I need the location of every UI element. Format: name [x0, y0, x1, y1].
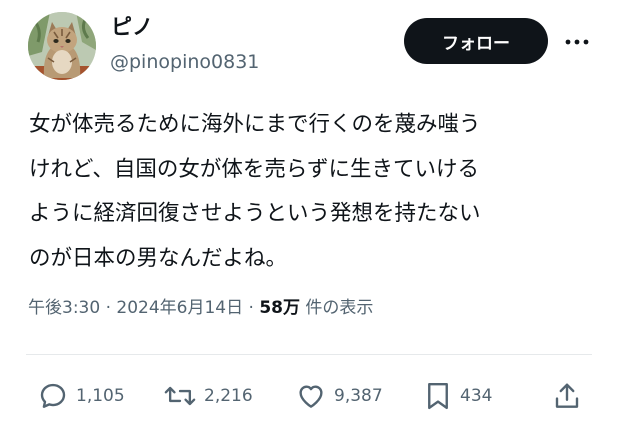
tweet-text-line: のが日本の男なんだよね。: [29, 245, 288, 271]
retweet-icon: [164, 386, 196, 406]
retweet-count: 2,216: [204, 386, 253, 406]
follow-button[interactable]: フォロー: [404, 18, 548, 64]
bookmark-icon: [428, 382, 448, 410]
user-display-name[interactable]: ピノ: [111, 14, 153, 40]
views-label: 件の表示: [305, 298, 374, 318]
reply-count: 1,105: [76, 386, 125, 406]
bookmark-count: 434: [460, 386, 493, 406]
like-button[interactable]: 9,387: [296, 380, 383, 412]
like-count: 9,387: [334, 386, 383, 406]
tweet-text-line: けれど、自国の女が体を売らずに生きていける: [29, 156, 479, 182]
tweet-meta: 午後3:30 · 2024年6月14日 · 58万 件の表示: [28, 296, 373, 320]
share-button[interactable]: [552, 380, 582, 412]
meta-separator: ·: [105, 298, 111, 318]
avatar[interactable]: [28, 12, 96, 80]
tweet-text-line: ように経済回復させようという発想を持たない: [29, 201, 481, 226]
reply-button[interactable]: 1,105: [38, 380, 125, 412]
tweet-text: 女が体売るために海外にまで行くのを蔑み嗤う けれど、自国の女が体を売らずに生きて…: [29, 103, 589, 281]
reply-icon: [40, 383, 66, 408]
tweet-date[interactable]: 2024年6月14日: [116, 298, 243, 318]
heart-icon: [299, 385, 323, 408]
tweet-text-line: 女が体売るために海外にまで行くのを蔑み嗤う: [29, 112, 481, 137]
more-button[interactable]: [560, 28, 594, 56]
tweet-time[interactable]: 午後3:30: [28, 298, 100, 318]
bookmark-button[interactable]: 434: [424, 380, 492, 412]
cat-avatar-image: [28, 12, 96, 80]
meta-separator: ·: [248, 298, 254, 318]
user-handle[interactable]: @pinopino0831: [110, 50, 259, 74]
divider: [26, 354, 592, 355]
views-count[interactable]: 58万: [259, 298, 300, 318]
more-dots-icon: [565, 39, 589, 45]
share-icon: [555, 383, 579, 408]
retweet-button[interactable]: 2,216: [164, 380, 253, 412]
